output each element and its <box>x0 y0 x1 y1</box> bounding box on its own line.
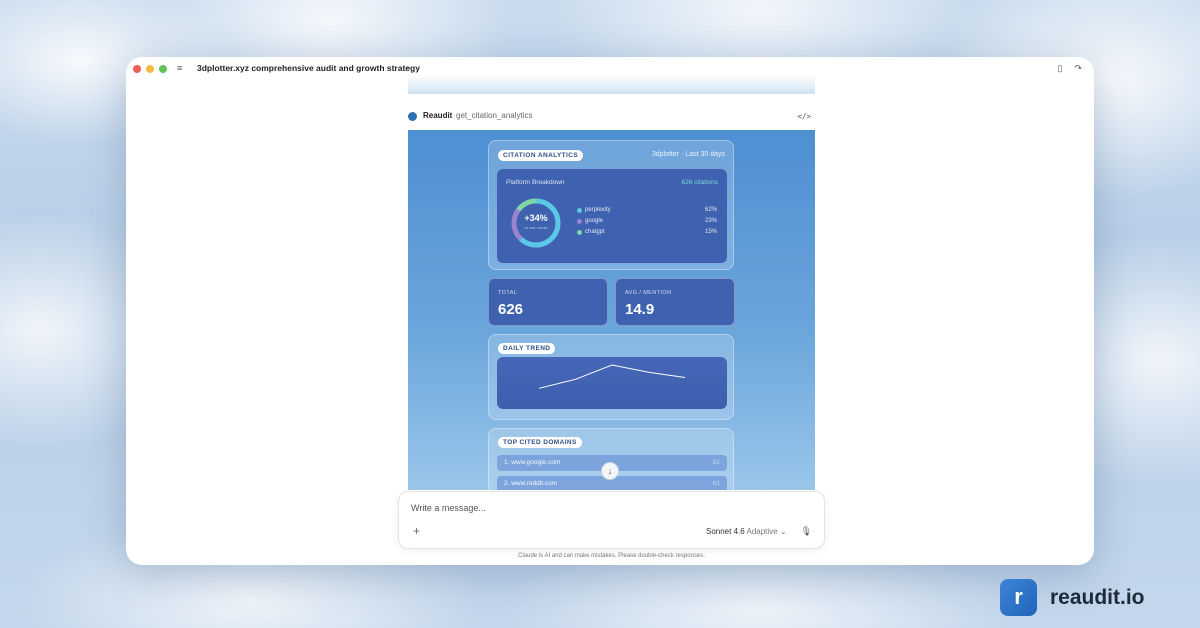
top-domains-badge: TOP CITED DOMAINS <box>498 437 582 448</box>
chevron-down-icon[interactable]: ⌄ <box>405 62 412 71</box>
total-value: 626 <box>498 301 524 318</box>
platform-name: perplexity <box>585 207 611 213</box>
close-window-button[interactable] <box>133 65 141 73</box>
trend-line <box>538 364 686 389</box>
domain-count: 82 <box>712 459 720 466</box>
top-cited-domains-card: TOP CITED DOMAINS 1. www.google.com 82 2… <box>488 428 734 490</box>
message-input[interactable] <box>411 503 711 513</box>
avg-mention-label: AVG / MENTION <box>625 290 672 296</box>
trend-line-svg <box>538 364 686 389</box>
legend-dot-icon <box>577 230 582 235</box>
citations-count: 626 citations <box>681 179 719 186</box>
reaudit-logo-icon: r <box>1000 579 1037 616</box>
change-value: +34% <box>524 213 548 223</box>
document-icon[interactable]: ▯ <box>1058 63 1063 74</box>
legend-row-chatgpt: chatgpt 15% <box>577 229 717 237</box>
daily-trend-chart <box>497 357 727 409</box>
platform-percent: 23% <box>704 218 717 224</box>
daily-trend-badge: DAILY TREND <box>498 343 556 354</box>
daily-trend-card: DAILY TREND <box>488 334 734 420</box>
chat-title[interactable]: 3dplotter.xyz comprehensive audit and gr… <box>197 63 420 73</box>
domain-count: 61 <box>712 480 720 487</box>
platform-donut-chart <box>511 198 561 248</box>
legend-row-google: google 23% <box>577 218 717 226</box>
model-selector[interactable]: Sonnet 4.6 Adaptive ⌄ <box>706 527 787 536</box>
share-icon[interactable]: ↷ <box>1074 63 1082 74</box>
total-label: TOTAL <box>498 290 518 296</box>
window-controls <box>133 65 167 73</box>
chevron-down-icon: ⌄ <box>779 527 787 536</box>
platform-name: google <box>585 218 604 224</box>
legend-dot-icon <box>577 219 582 224</box>
domain-name: 2. www.reddit.com <box>504 480 558 487</box>
code-icon[interactable]: </> <box>797 112 811 121</box>
reaudit-logo-icon <box>408 112 417 121</box>
total-stat-card: TOTAL 626 <box>488 278 608 326</box>
add-attachment-icon[interactable]: + <box>413 524 420 538</box>
platform-breakdown-panel: Platform Breakdown 626 citations +34% vs… <box>497 169 727 263</box>
message-composer: + Sonnet 4.6 Adaptive ⌄ 🎙 <box>398 491 825 549</box>
sidebar-toggle-icon[interactable]: ≡ <box>177 64 182 73</box>
previous-artifact-edge <box>408 75 815 94</box>
avg-mention-value: 14.9 <box>625 301 655 318</box>
legend-row-perplexity: perplexity 62% <box>577 207 717 215</box>
scroll-down-button[interactable]: ↓ <box>601 462 619 480</box>
app-window: ≡ 3dplotter.xyz comprehensive audit and … <box>126 57 1094 565</box>
microphone-icon[interactable]: 🎙 <box>801 526 812 537</box>
ai-disclaimer: Claude is AI and can make mistakes. Plea… <box>518 553 705 559</box>
citation-analytics-card: CITATION ANALYTICS 3dplotter · Last 30 d… <box>488 140 734 270</box>
platform-percent: 15% <box>704 229 717 235</box>
citation-analytics-badge: CITATION ANALYTICS <box>498 150 584 161</box>
legend-dot-icon <box>577 208 582 213</box>
platform-percent: 62% <box>704 207 717 213</box>
avg-mention-stat-card: AVG / MENTION 14.9 <box>615 278 735 326</box>
tool-name: Reaudit <box>423 111 453 120</box>
model-name: Sonnet 4.6 <box>706 527 745 536</box>
platform-breakdown-title: Platform Breakdown <box>506 179 565 186</box>
brand-name: reaudit.io <box>1050 586 1145 609</box>
minimize-window-button[interactable] <box>146 65 154 73</box>
tool-function: get_citation_analytics <box>456 111 533 120</box>
citation-analytics-widget: CITATION ANALYTICS 3dplotter · Last 30 d… <box>408 130 815 490</box>
tool-call-header[interactable]: Reaudit get_citation_analytics </> <box>408 110 815 124</box>
domain-name: 1. www.google.com <box>504 459 561 466</box>
maximize-window-button[interactable] <box>159 65 167 73</box>
platform-name: chatgpt <box>585 229 605 235</box>
analytics-subtitle: 3dplotter · Last 30 days <box>651 151 725 158</box>
change-caption: vs last month <box>524 225 548 230</box>
model-mode: Adaptive <box>746 527 778 536</box>
